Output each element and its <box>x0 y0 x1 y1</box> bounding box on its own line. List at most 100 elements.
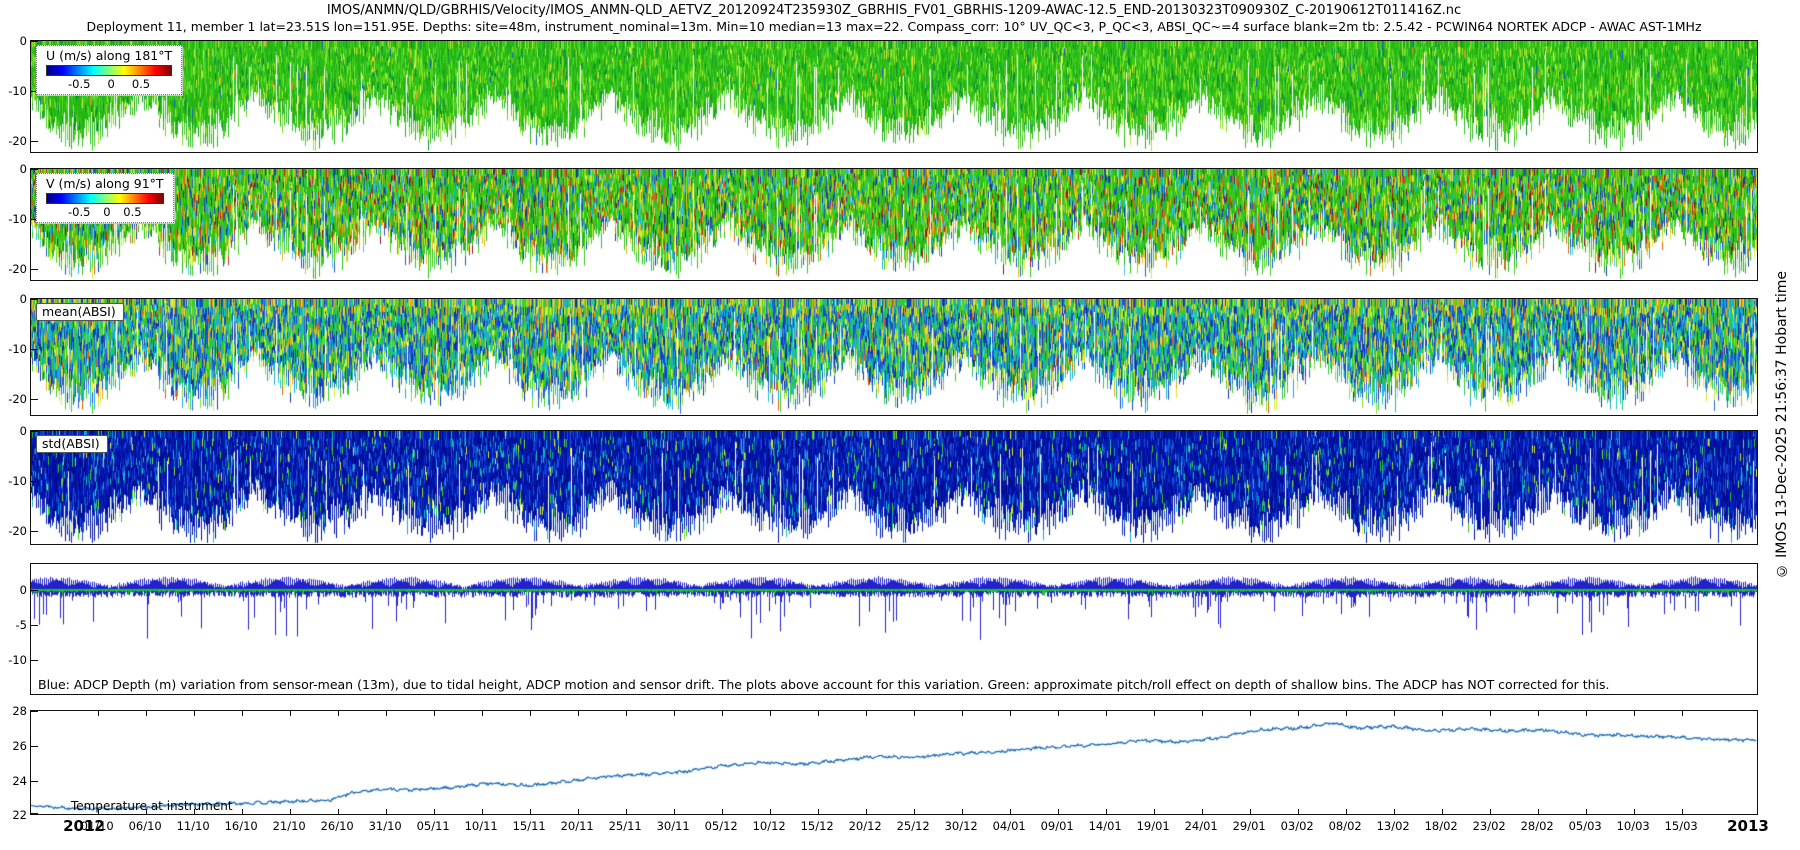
x-tick-mark <box>770 711 771 716</box>
y-tick-label: -20 <box>2 134 27 148</box>
temperature-legend: Temperature at instrument <box>71 799 233 813</box>
x-tick-label: 31/10 <box>369 819 402 833</box>
x-tick-mark <box>818 711 819 716</box>
x-tick-mark <box>1010 711 1011 716</box>
x-tick-mark <box>338 711 339 716</box>
x-tick-mark <box>626 711 627 716</box>
x-tick-mark <box>1058 711 1059 716</box>
x-tick-mark <box>722 711 723 716</box>
figure-title: IMOS/ANMN/QLD/GBRHIS/Velocity/IMOS_ANMN-… <box>30 3 1758 18</box>
y-tick-mark <box>31 625 38 626</box>
v-colorbar-ticks: -0.5 0 0.5 <box>46 205 164 219</box>
x-tick-mark <box>962 711 963 716</box>
x-tick-label: 16/10 <box>225 819 258 833</box>
y-tick-label: 0 <box>2 292 27 306</box>
x-tick-mark <box>1538 809 1539 814</box>
x-tick-mark <box>1442 711 1443 716</box>
y-tick-mark <box>31 590 38 591</box>
x-tick-label: 20/11 <box>561 819 594 833</box>
u-colorbar-title: U (m/s) along 181°T <box>46 48 172 63</box>
std-absi-label: std(ABSI) <box>36 435 108 453</box>
y-tick-label: -10 <box>2 212 27 226</box>
x-tick-label: 05/12 <box>705 819 738 833</box>
x-tick-mark <box>386 809 387 814</box>
x-tick-mark <box>578 809 579 814</box>
x-tick-label: 06/10 <box>129 819 162 833</box>
x-tick-mark <box>1154 711 1155 716</box>
x-tick-label: 26/10 <box>321 819 354 833</box>
u-colorbar-ticks: -0.5 0 0.5 <box>46 77 172 91</box>
x-tick-label: 13/02 <box>1377 819 1410 833</box>
x-tick-mark <box>1586 809 1587 814</box>
y-tick-label: -10 <box>2 474 27 488</box>
x-tick-mark <box>482 711 483 716</box>
x-tick-label: 29/01 <box>1233 819 1266 833</box>
x-tick-label: 09/01 <box>1041 819 1074 833</box>
x-tick-mark <box>434 809 435 814</box>
y-tick-label: 26 <box>2 739 27 753</box>
x-tick-mark <box>1010 809 1011 814</box>
x-tick-mark <box>1202 711 1203 716</box>
y-tick-mark <box>31 431 38 432</box>
y-tick-mark <box>31 660 38 661</box>
x-tick-mark <box>1394 809 1395 814</box>
x-tick-mark <box>1250 809 1251 814</box>
panel-v-velocity: 0 -10 -20 V (m/s) along 91°T -0.5 0 0.5 <box>30 168 1758 281</box>
u-colorbar-gradient <box>46 65 172 76</box>
mean-absi-heatmap <box>31 299 1757 415</box>
x-tick-label: 03/02 <box>1281 819 1314 833</box>
x-tick-mark <box>1346 809 1347 814</box>
y-tick-label: -5 <box>2 618 27 632</box>
y-tick-label: 0 <box>2 34 27 48</box>
x-tick-mark <box>770 809 771 814</box>
x-tick-label: 10/12 <box>753 819 786 833</box>
x-tick-mark <box>722 809 723 814</box>
x-tick-mark <box>1682 711 1683 716</box>
x-tick-label: 23/02 <box>1473 819 1506 833</box>
x-tick-label: 19/01 <box>1137 819 1170 833</box>
y-tick-label: -10 <box>2 653 27 667</box>
x-tick-label: 28/02 <box>1521 819 1554 833</box>
y-tick-label: 0 <box>2 424 27 438</box>
x-tick-mark <box>290 711 291 716</box>
y-tick-mark <box>31 813 38 814</box>
x-tick-mark <box>530 711 531 716</box>
x-tick-mark <box>578 711 579 716</box>
x-tick-mark <box>962 809 963 814</box>
x-tick-mark <box>338 809 339 814</box>
y-tick-label: -20 <box>2 524 27 538</box>
x-tick-label: 25/12 <box>897 819 930 833</box>
panel-mean-absi: 0 -10 -20 mean(ABSI) <box>30 298 1758 416</box>
x-tick-mark <box>1106 711 1107 716</box>
y-tick-mark <box>31 141 38 142</box>
x-tick-mark <box>866 809 867 814</box>
x-tick-mark <box>98 711 99 716</box>
y-tick-mark <box>31 169 38 170</box>
x-tick-mark <box>482 809 483 814</box>
x-tick-label: 01/10 <box>81 819 114 833</box>
x-tick-mark <box>866 711 867 716</box>
y-tick-mark <box>31 399 38 400</box>
x-tick-mark <box>1634 809 1635 814</box>
x-tick-mark <box>1682 809 1683 814</box>
x-tick-mark <box>386 711 387 716</box>
x-tick-mark <box>1634 711 1635 716</box>
x-tick-label: 04/01 <box>993 819 1026 833</box>
x-tick-label: 30/11 <box>657 819 690 833</box>
x-tick-label: 24/01 <box>1185 819 1218 833</box>
depth-note: Blue: ADCP Depth (m) variation from sens… <box>38 677 1610 692</box>
u-velocity-heatmap <box>31 41 1757 152</box>
x-tick-mark <box>194 711 195 716</box>
x-tick-label: 05/03 <box>1569 819 1602 833</box>
x-tick-mark <box>242 711 243 716</box>
v-velocity-heatmap <box>31 169 1757 280</box>
x-tick-mark <box>1538 711 1539 716</box>
x-tick-mark <box>1394 711 1395 716</box>
x-tick-label: 15/12 <box>801 819 834 833</box>
x-tick-label: 10/03 <box>1617 819 1650 833</box>
std-absi-heatmap <box>31 431 1757 544</box>
x-tick-label: 15/03 <box>1665 819 1698 833</box>
x-tick-mark <box>1490 809 1491 814</box>
x-tick-mark <box>1346 711 1347 716</box>
v-colorbar-title: V (m/s) along 91°T <box>46 176 164 191</box>
